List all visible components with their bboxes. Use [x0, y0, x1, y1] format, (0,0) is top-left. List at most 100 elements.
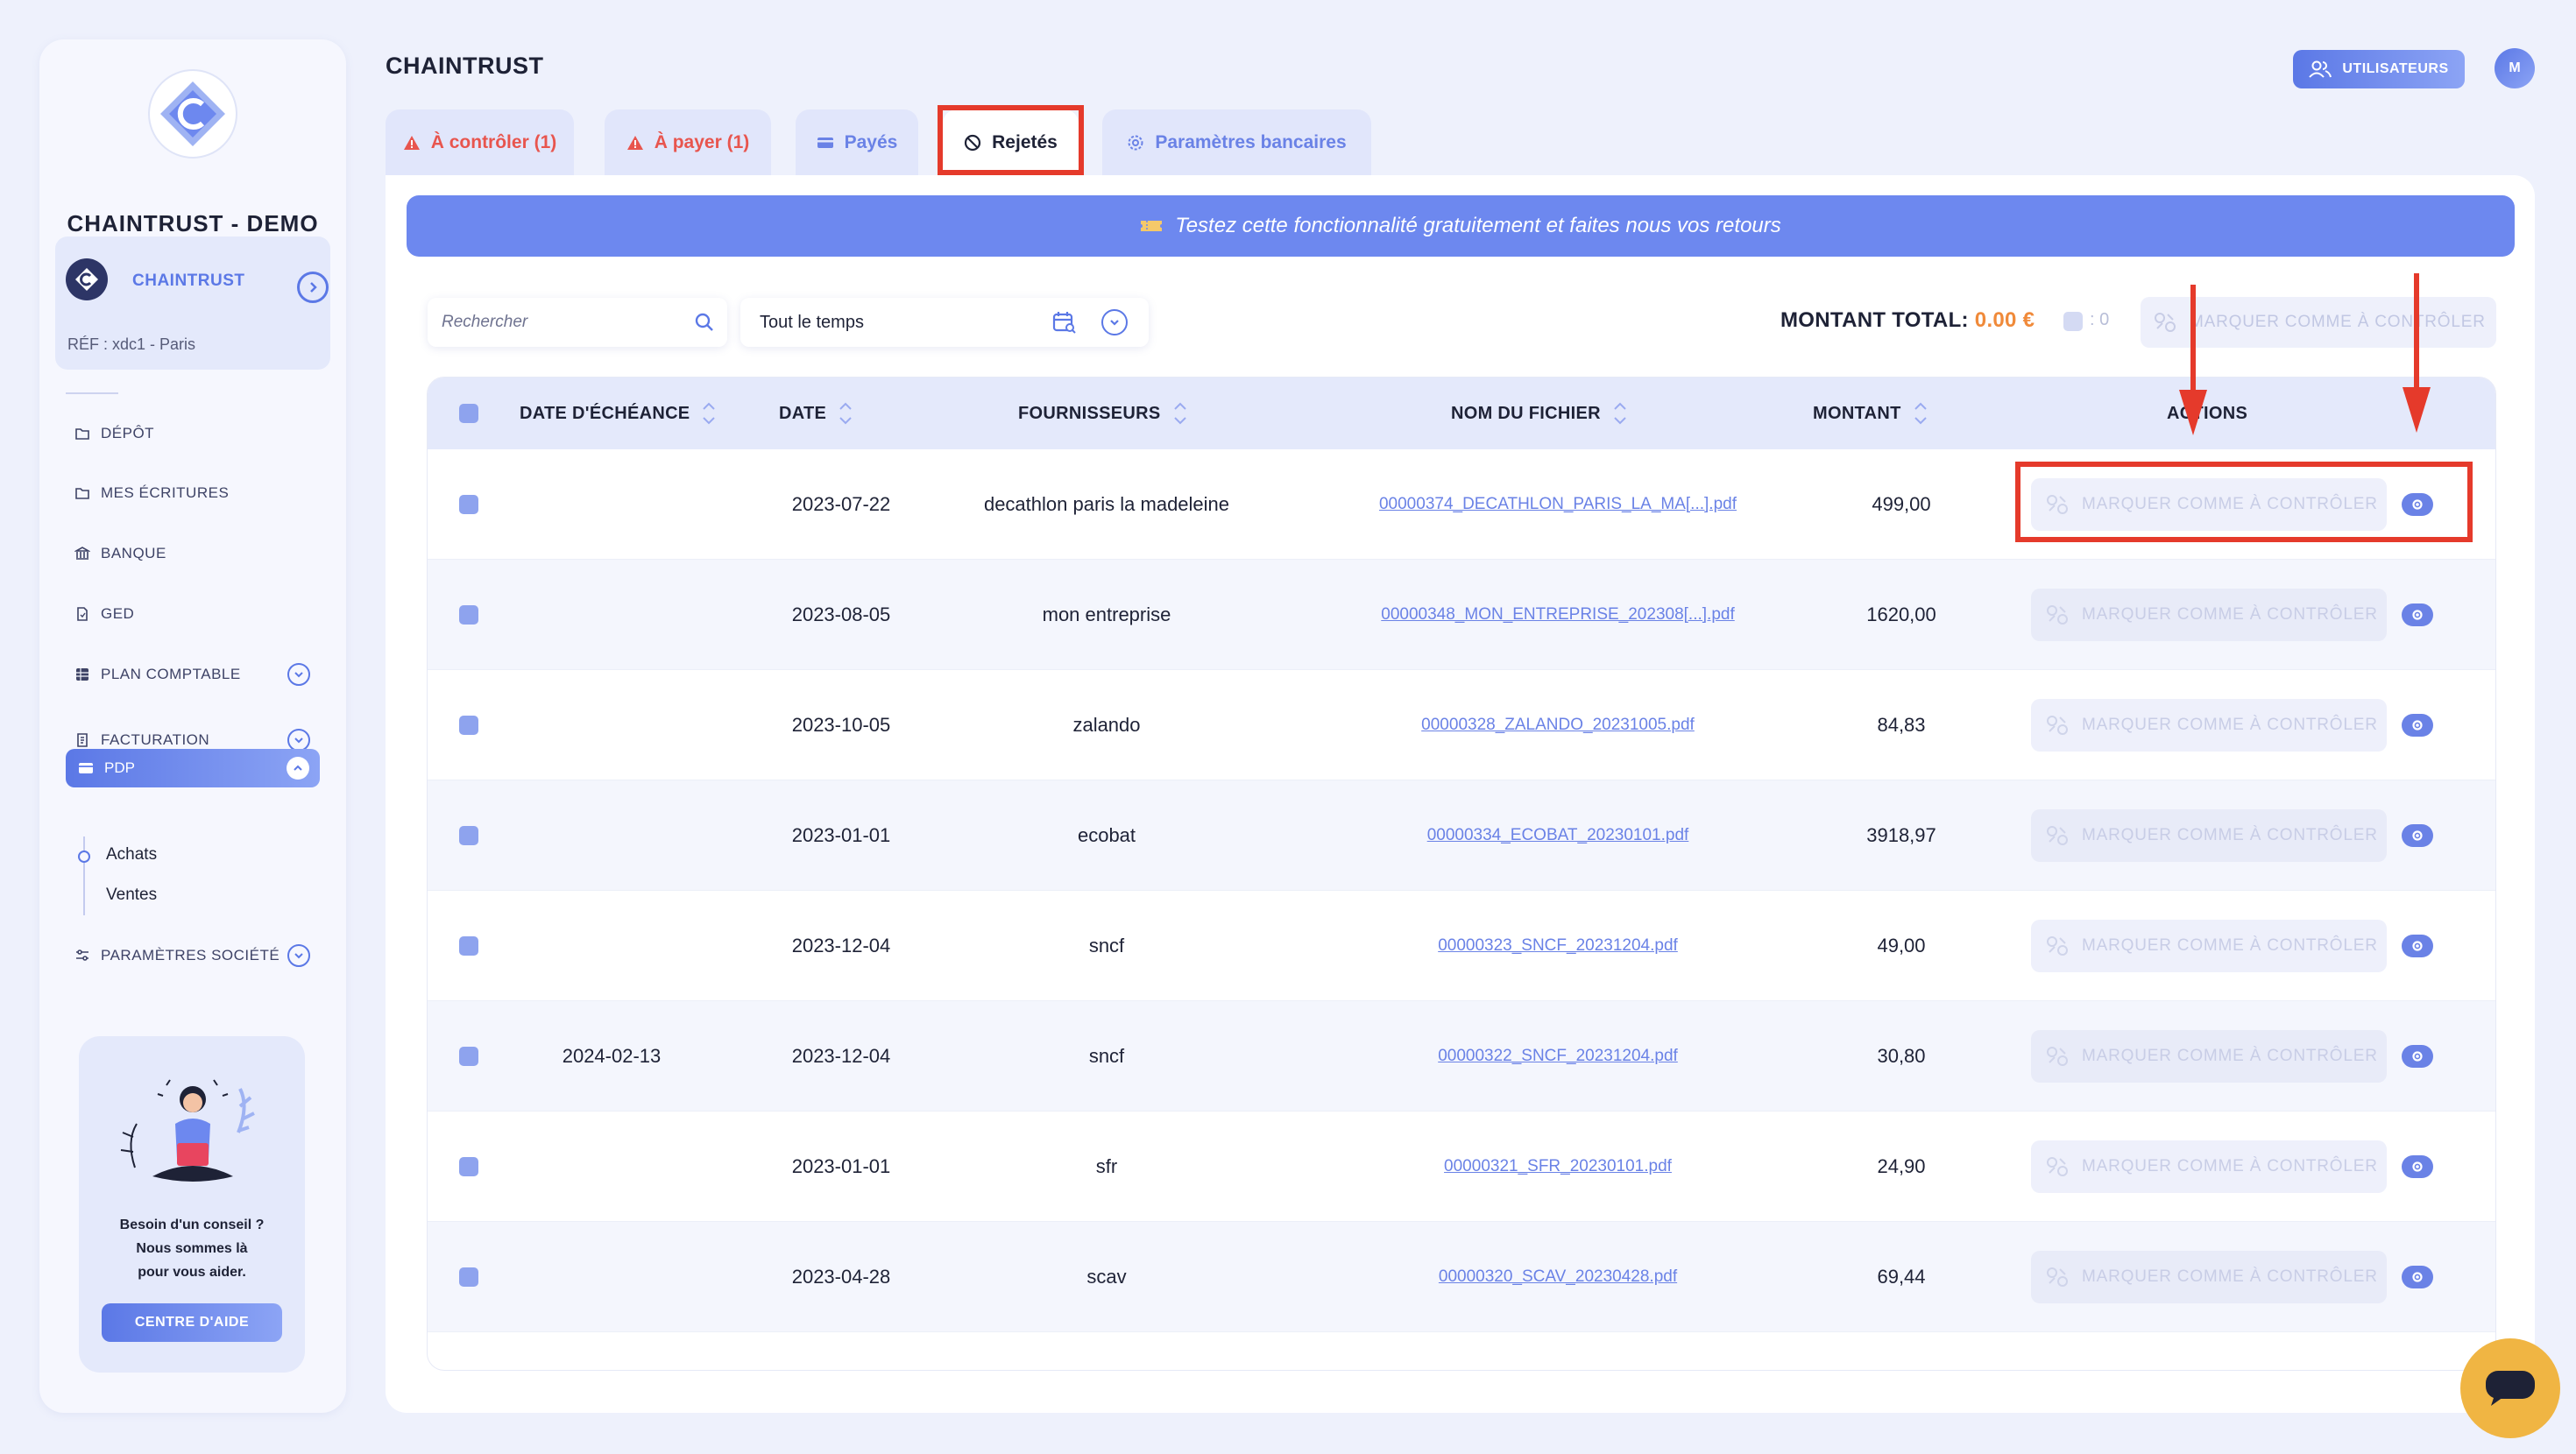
sort-icon[interactable]	[702, 402, 716, 425]
col-suppliers[interactable]: FOURNISSEURS	[1018, 378, 1187, 449]
header-checkbox[interactable]	[459, 404, 478, 423]
select-all-checkbox[interactable]	[2063, 312, 2083, 331]
cell-file-name[interactable]: 00000334_ECOBAT_20230101.pdf	[1330, 780, 1786, 891]
row-checkbox[interactable]	[459, 1157, 478, 1176]
eye-icon[interactable]	[2402, 1045, 2433, 1068]
cell-amount: 30,80	[1877, 1045, 1926, 1067]
sidebar-item-ged[interactable]: GED	[74, 596, 134, 632]
sidebar-item-banque[interactable]: BANQUE	[74, 536, 166, 571]
sort-icon[interactable]	[839, 402, 853, 425]
row-checkbox[interactable]	[459, 936, 478, 956]
card-icon	[79, 763, 93, 773]
mark-to-review-button[interactable]: MARQUER COMME À CONTRÔLER	[2031, 920, 2387, 972]
avatar[interactable]: M	[2495, 48, 2535, 88]
tab-label: Rejetés	[992, 131, 1058, 152]
row-checkbox[interactable]	[459, 605, 478, 625]
col-amount[interactable]: MONTANT	[1813, 378, 1928, 449]
sidebar-item-plan-comptable[interactable]: PLAN COMPTABLE	[74, 657, 241, 692]
company-switcher[interactable]: CHAINTRUST RÉF : xdc1 - Paris	[55, 236, 330, 370]
cell-file-name[interactable]: 00000321_SFR_20230101.pdf	[1330, 1112, 1786, 1222]
table-row: 2023-01-01 ecobat 00000334_ECOBAT_20230101…	[428, 780, 2495, 891]
subnav-active-dot	[78, 851, 90, 863]
column-label: MONTANT	[1813, 403, 1901, 423]
sidebar-item-mes-ecritures[interactable]: MES ÉCRITURES	[74, 476, 229, 511]
cell-file-name[interactable]: 00000348_MON_ENTREPRISE_202308[...].pdf	[1330, 560, 1786, 670]
cell-supplier: mon entreprise	[1042, 603, 1171, 625]
col-date[interactable]: DATE	[779, 378, 853, 449]
tab-a-payer[interactable]: À payer (1)	[605, 109, 771, 175]
cell-supplier: decathlon paris la madeleine	[983, 493, 1230, 515]
subnav-achats[interactable]: Achats	[106, 845, 157, 865]
users-button[interactable]: UTILISATEURS	[2293, 50, 2465, 88]
eye-icon[interactable]	[2402, 1266, 2433, 1288]
search-icon[interactable]	[694, 312, 715, 333]
tab-rejetes[interactable]: Rejetés	[943, 109, 1079, 175]
chevron-up-icon[interactable]	[287, 757, 309, 780]
eye-icon[interactable]	[2402, 935, 2433, 957]
bulk-button-label: MARQUER COMME À CONTRÔLER	[2190, 313, 2486, 331]
chevron-down-icon[interactable]	[287, 944, 310, 967]
help-center-button[interactable]: CENTRE D'AIDE	[102, 1303, 282, 1342]
column-label: NOM DU FICHIER	[1451, 403, 1601, 423]
mark-to-review-button[interactable]: MARQUER COMME À CONTRÔLER	[2031, 478, 2387, 531]
review-icon	[2047, 495, 2068, 514]
sort-icon[interactable]	[1173, 402, 1187, 425]
eye-icon[interactable]	[2402, 714, 2433, 737]
mark-to-review-button[interactable]: MARQUER COMME À CONTRÔLER	[2031, 1140, 2387, 1193]
chat-widget-button[interactable]	[2460, 1338, 2560, 1438]
calendar-search-icon[interactable]	[1052, 311, 1077, 334]
chevron-down-icon[interactable]	[287, 663, 310, 686]
tab-payes[interactable]: Payés	[796, 109, 918, 175]
eye-icon[interactable]	[2402, 824, 2433, 847]
bulk-mark-to-review-button[interactable]: MARQUER COMME À CONTRÔLER	[2141, 297, 2496, 348]
row-checkbox[interactable]	[459, 826, 478, 845]
mark-to-review-label: MARQUER COMME À CONTRÔLER	[2082, 826, 2378, 844]
search-input[interactable]: Rechercher	[428, 298, 727, 347]
chevron-down-icon[interactable]	[1101, 309, 1128, 335]
col-file-name[interactable]: NOM DU FICHIER	[1451, 378, 1627, 449]
feedback-banner: Testez cette fonctionnalité gratuitement…	[407, 195, 2515, 257]
mark-to-review-label: MARQUER COMME À CONTRÔLER	[2082, 605, 2378, 624]
cell-file-name[interactable]: 00000328_ZALANDO_20231005.pdf	[1330, 670, 1786, 780]
mark-to-review-button[interactable]: MARQUER COMME À CONTRÔLER	[2031, 1030, 2387, 1083]
period-select[interactable]: Tout le temps	[740, 298, 1149, 347]
sort-icon[interactable]	[1914, 402, 1928, 425]
cell-file-name[interactable]: 00000322_SNCF_20231204.pdf	[1330, 1001, 1786, 1112]
tab-label: À contrôler (1)	[430, 131, 557, 152]
sidebar-item-label: PARAMÈTRES SOCIÉTÉ	[101, 947, 280, 963]
sidebar-item-depot[interactable]: DÉPÔT	[74, 416, 154, 451]
mark-to-review-button[interactable]: MARQUER COMME À CONTRÔLER	[2031, 809, 2387, 862]
tab-parametres-bancaires[interactable]: Paramètres bancaires	[1102, 109, 1371, 175]
eye-icon[interactable]	[2402, 1155, 2433, 1178]
cell-date: 2023-12-04	[791, 935, 891, 956]
cell-file-name[interactable]: 00000323_SNCF_20231204.pdf	[1330, 891, 1786, 1001]
sidebar-item-label: FACTURATION	[101, 731, 210, 748]
eye-icon[interactable]	[2402, 493, 2433, 516]
sidebar-item-parametres-societe[interactable]: PARAMÈTRES SOCIÉTÉ	[74, 938, 280, 973]
table-icon	[76, 668, 88, 681]
subnav-ventes[interactable]: Ventes	[106, 886, 157, 905]
row-checkbox[interactable]	[459, 716, 478, 735]
cell-date: 2023-01-01	[791, 1155, 891, 1177]
mark-to-review-button[interactable]: MARQUER COMME À CONTRÔLER	[2031, 589, 2387, 641]
sort-icon[interactable]	[1613, 402, 1627, 425]
row-checkbox[interactable]	[459, 1267, 478, 1287]
chevron-right-icon[interactable]	[297, 272, 329, 303]
row-checkbox[interactable]	[459, 1047, 478, 1066]
cell-file-name[interactable]: 00000320_SCAV_20230428.pdf	[1330, 1222, 1786, 1332]
tab-a-controler[interactable]: À contrôler (1)	[386, 109, 574, 175]
card-icon	[817, 137, 833, 148]
row-checkbox[interactable]	[459, 495, 478, 514]
mark-to-review-button[interactable]: MARQUER COMME À CONTRÔLER	[2031, 1251, 2387, 1303]
cell-file-name[interactable]: 00000374_DECATHLON_PARIS_LA_MA[...].pdf	[1330, 449, 1786, 560]
users-icon	[2309, 60, 2332, 78]
col-due-date[interactable]: DATE D'ÉCHÉANCE	[520, 378, 716, 449]
company-title: CHAINTRUST - DEMO	[67, 210, 319, 236]
sidebar-item-pdp[interactable]: PDP	[66, 749, 320, 787]
mark-to-review-button[interactable]: MARQUER COMME À CONTRÔLER	[2031, 699, 2387, 752]
mark-to-review-label: MARQUER COMME À CONTRÔLER	[2082, 495, 2378, 513]
cell-supplier: scav	[1086, 1266, 1127, 1288]
eye-icon[interactable]	[2402, 603, 2433, 626]
cell-supplier: sfr	[1095, 1155, 1118, 1177]
sidebar-item-label: PLAN COMPTABLE	[101, 666, 241, 682]
